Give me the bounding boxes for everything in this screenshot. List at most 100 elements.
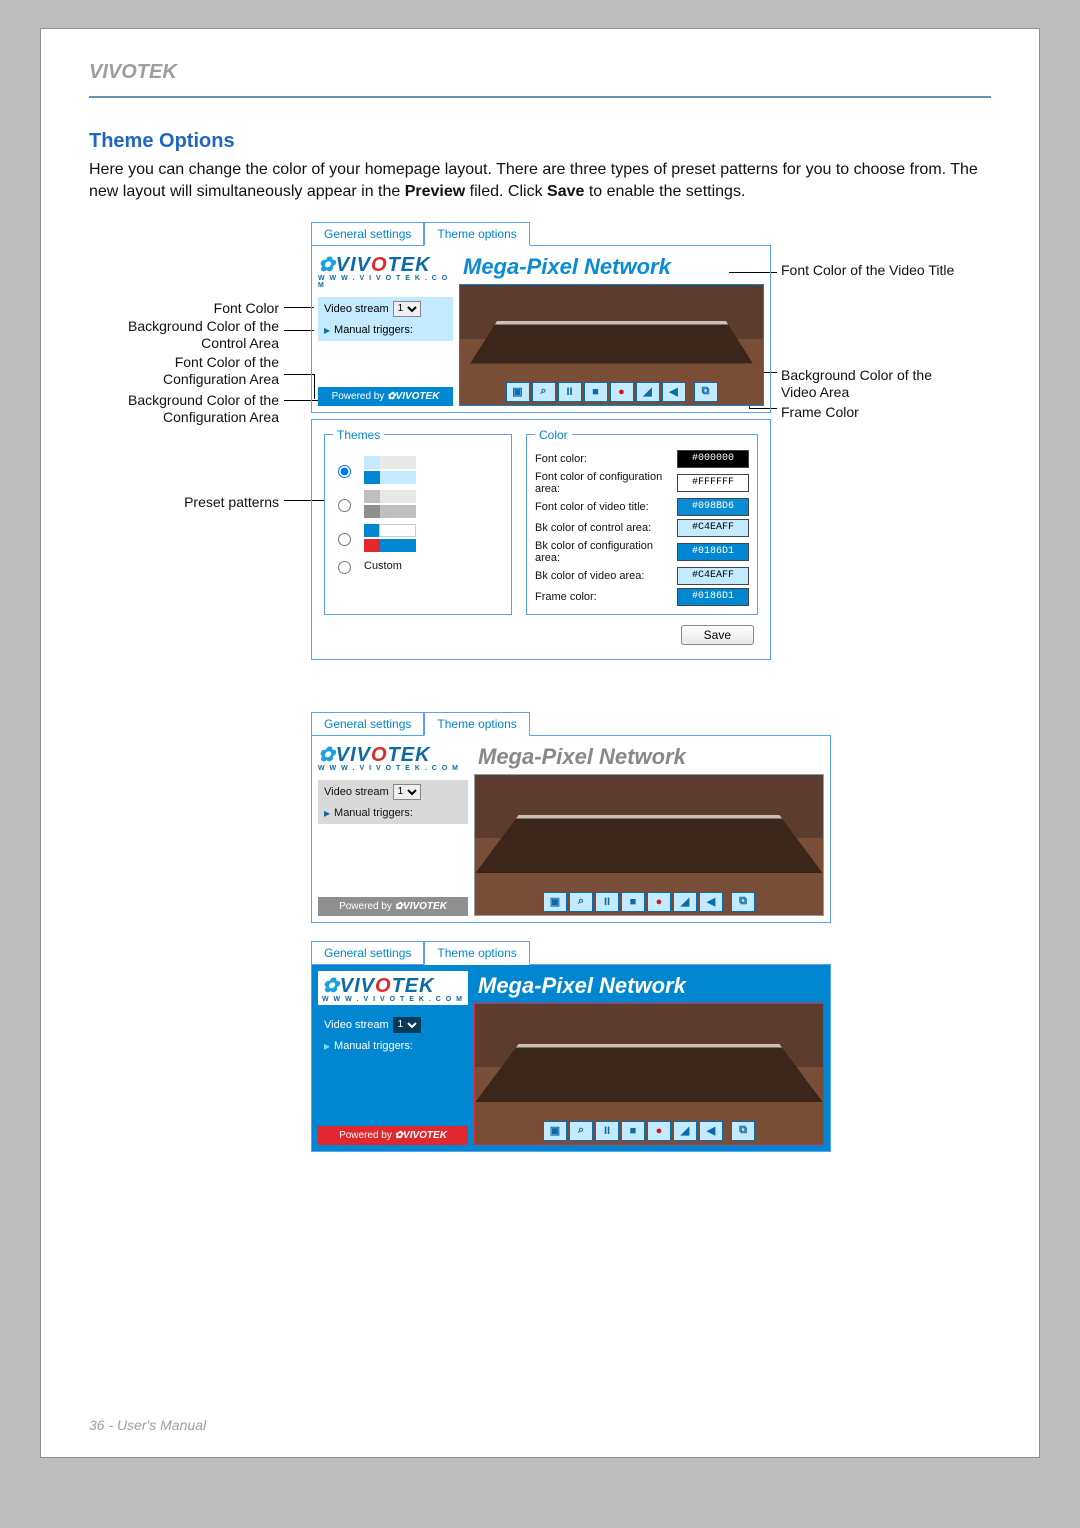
chip-bk-config[interactable]: #0186D1 [677, 543, 749, 561]
desc-bold-save: Save [547, 183, 584, 200]
video-toolbar: ▣ ⌕ II ■ ● ◢ ◀ ⧉ [475, 1118, 823, 1144]
configuration-area: Powered by ✿VIVOTEK [318, 897, 468, 916]
theme-option-custom[interactable]: Custom [333, 558, 503, 574]
tab-theme-options[interactable]: Theme options [424, 712, 529, 736]
pause-icon[interactable]: II [595, 1121, 619, 1141]
logo-subtext: W W W . V I V O T E K . C O M [318, 275, 453, 289]
lbl-bk-config: Bk color of configuration area: [535, 540, 671, 564]
video-stream-label: Video stream [324, 786, 389, 798]
volume-icon[interactable]: ◢ [636, 382, 660, 402]
fullscreen-icon[interactable]: ⧉ [694, 382, 718, 402]
video-stream-select[interactable]: 1 [393, 1017, 421, 1033]
chevron-right-icon: ▸ [324, 806, 330, 820]
video-pane: Mega-Pixel Network ▣ ⌕ II ■ ● ◢ ◀ [459, 252, 764, 406]
theme-option-1[interactable] [333, 456, 503, 484]
document-page: VIVOTEK Theme Options Here you can chang… [40, 28, 1040, 1458]
lbl-frame: Frame color: [535, 591, 671, 603]
control-area: Video stream 1 ▸ Manual triggers: [318, 1013, 468, 1057]
callout-frame: Frame Color [781, 404, 971, 422]
tab-general-settings[interactable]: General settings [311, 941, 424, 965]
lbl-font-config: Font color of configuration area: [535, 471, 671, 495]
preview-sidebar: ✿VIVOTEK W W W . V I V O T E K . C O M V… [318, 252, 453, 406]
camera-icon[interactable]: ▣ [506, 382, 530, 402]
tab-general-settings[interactable]: General settings [311, 712, 424, 736]
logo: ✿VIVOTEK W W W . V I V O T E K . C O M [318, 971, 468, 1005]
video-stream-select[interactable]: 1 [393, 784, 421, 800]
color-legend: Color [535, 428, 572, 442]
chevron-right-icon: ▸ [324, 1039, 330, 1053]
control-area: Video stream 1 ▸ Manual triggers: [318, 780, 468, 824]
video-title: Mega-Pixel Network [474, 971, 824, 1003]
lbl-bk-video: Bk color of video area: [535, 570, 671, 582]
manual-triggers-row[interactable]: ▸ Manual triggers: [324, 323, 447, 337]
lbl-bk-control: Bk color of control area: [535, 522, 671, 534]
themes-fieldset: Themes [324, 428, 512, 615]
record-icon[interactable]: ● [647, 892, 671, 912]
callout-font-config: Font Color of the Configuration Area [89, 354, 279, 389]
zoom-icon[interactable]: ⌕ [569, 892, 593, 912]
video-title: Mega-Pixel Network [459, 252, 764, 284]
zoom-icon[interactable]: ⌕ [569, 1121, 593, 1141]
callout-font-color: Font Color [89, 300, 279, 318]
video-toolbar: ▣ ⌕ II ■ ● ◢ ◀ ⧉ [475, 889, 823, 915]
page-footer: 36 - User's Manual [89, 1417, 206, 1433]
manual-triggers-row[interactable]: ▸ Manual triggers: [324, 806, 462, 820]
volume-icon[interactable]: ◢ [673, 1121, 697, 1141]
camera-icon[interactable]: ▣ [543, 892, 567, 912]
mute-icon[interactable]: ◀ [662, 382, 686, 402]
chip-font-config[interactable]: #FFFFFF [677, 474, 749, 492]
color-fieldset: Color Font color: #000000 Font color of … [526, 428, 758, 615]
pause-icon[interactable]: II [595, 892, 619, 912]
theme-option-3[interactable] [333, 524, 503, 552]
manual-triggers-label: Manual triggers: [334, 1040, 413, 1052]
chip-font-title[interactable]: #098BD6 [677, 498, 749, 516]
video-area: ▣ ⌕ II ■ ● ◢ ◀ ⧉ [474, 774, 824, 916]
logo: ✿VIVOTEK W W W . V I V O T E K . C O M [318, 742, 468, 772]
record-icon[interactable]: ● [610, 382, 634, 402]
volume-icon[interactable]: ◢ [673, 892, 697, 912]
theme-editor: General settings Theme options ✿VIVOTEK … [311, 222, 771, 660]
stop-icon[interactable]: ■ [621, 892, 645, 912]
video-area: ▣ ⌕ II ■ ● ◢ ◀ ⧉ [459, 284, 764, 406]
callout-bg-video-area: Background Color of the Video Area [781, 367, 971, 402]
stop-icon[interactable]: ■ [621, 1121, 645, 1141]
desc-post: to enable the settings. [584, 183, 745, 200]
tab-theme-options[interactable]: Theme options [424, 941, 529, 965]
theme-option-2[interactable] [333, 490, 503, 518]
tab-theme-options[interactable]: Theme options [424, 222, 529, 246]
save-button[interactable]: Save [681, 625, 754, 645]
pause-icon[interactable]: II [558, 382, 582, 402]
chip-frame[interactable]: #0186D1 [677, 588, 749, 606]
video-title: Mega-Pixel Network [474, 742, 824, 774]
mute-icon[interactable]: ◀ [699, 892, 723, 912]
manual-triggers-row[interactable]: ▸ Manual triggers: [324, 1039, 462, 1053]
video-stream-label: Video stream [324, 303, 389, 315]
chip-font-color[interactable]: #000000 [677, 450, 749, 468]
camera-icon[interactable]: ▣ [543, 1121, 567, 1141]
video-stream-select[interactable]: 1 [393, 301, 421, 317]
fullscreen-icon[interactable]: ⧉ [731, 1121, 755, 1141]
tab-general-settings[interactable]: General settings [311, 222, 424, 246]
configuration-area: Powered by ✿VIVOTEK [318, 387, 453, 406]
theme-custom-label: Custom [364, 560, 402, 572]
brand-header: VIVOTEK [89, 61, 991, 84]
chip-bk-control[interactable]: #C4EAFF [677, 519, 749, 537]
callout-bg-config: Background Color of the Configuration Ar… [89, 392, 279, 427]
logo-subtext: W W W . V I V O T E K . C O M [322, 996, 464, 1003]
stop-icon[interactable]: ■ [584, 382, 608, 402]
theme-radio-custom[interactable] [338, 561, 351, 574]
section-description: Here you can change the color of your ho… [89, 159, 991, 204]
desc-bold-preview: Preview [405, 183, 465, 200]
video-toolbar: ▣ ⌕ II ■ ● ◢ ◀ ⧉ [460, 379, 763, 405]
theme-radio-1[interactable] [338, 465, 351, 478]
theme-radio-3[interactable] [338, 533, 351, 546]
fullscreen-icon[interactable]: ⧉ [731, 892, 755, 912]
zoom-icon[interactable]: ⌕ [532, 382, 556, 402]
manual-triggers-label: Manual triggers: [334, 324, 413, 336]
callout-preset: Preset patterns [89, 494, 279, 512]
chip-bk-video[interactable]: #C4EAFF [677, 567, 749, 585]
mute-icon[interactable]: ◀ [699, 1121, 723, 1141]
manual-triggers-label: Manual triggers: [334, 807, 413, 819]
theme-radio-2[interactable] [338, 499, 351, 512]
record-icon[interactable]: ● [647, 1121, 671, 1141]
